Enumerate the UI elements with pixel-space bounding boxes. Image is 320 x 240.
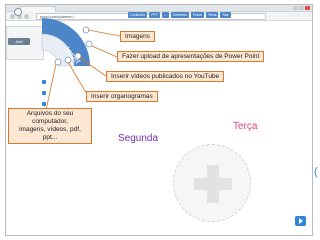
plus-icon-bar [194, 178, 232, 190]
callout-images: Imagens [120, 31, 155, 42]
partial-day-label: ( [314, 166, 318, 178]
file-option-icon[interactable] [54, 58, 62, 66]
appbar-item[interactable]: Sair [220, 12, 231, 18]
play-icon[interactable] [295, 216, 306, 226]
callout-files-line2: imagens, vídeos, pdf, ppt... [19, 126, 81, 141]
powerpoint-option-icon[interactable] [85, 40, 93, 48]
rail-marker[interactable] [42, 80, 46, 84]
appbar-item[interactable]: Tema [205, 12, 219, 18]
add-frame-circle[interactable] [173, 144, 251, 222]
callout-files-line1: Arquivos do seu computador, [26, 110, 74, 125]
images-option-icon[interactable] [82, 26, 90, 34]
prezi-top-bar: Conteúdo PPT ... Desenho Frase Tema Sair [128, 12, 231, 18]
reload-icon[interactable] [24, 14, 29, 19]
panel-add-button[interactable]: Add [8, 38, 30, 45]
rail-marker[interactable] [42, 91, 46, 95]
appbar-item[interactable]: Frase [190, 12, 204, 18]
day-label-segunda[interactable]: Segunda [118, 133, 158, 144]
menu-center-icon[interactable] [14, 8, 22, 16]
insert-bubble-menu[interactable]: Inser [36, 12, 102, 78]
maximize-icon[interactable] [299, 6, 304, 10]
appbar-item[interactable]: ... [162, 12, 169, 18]
appbar-item[interactable]: PPT [149, 12, 160, 18]
close-icon[interactable] [305, 6, 310, 10]
day-label-terca[interactable]: Terça [233, 121, 257, 132]
callout-powerpoint: Fazer upload de apresentações de Power P… [117, 51, 265, 62]
callout-files: Arquivos do seu computador, imagens, víd… [8, 108, 92, 144]
minimize-icon[interactable] [293, 6, 298, 10]
browser-tab-strip [6, 5, 312, 12]
callout-youtube: Inserir vídeos publicados no YouTube [106, 71, 225, 82]
appbar-item[interactable]: Conteúdo [128, 12, 148, 18]
callout-diagrams: Inserir organogramas [86, 91, 158, 102]
rail-marker[interactable] [42, 102, 46, 106]
window-controls [293, 6, 310, 10]
appbar-item[interactable]: Desenho [170, 12, 189, 18]
